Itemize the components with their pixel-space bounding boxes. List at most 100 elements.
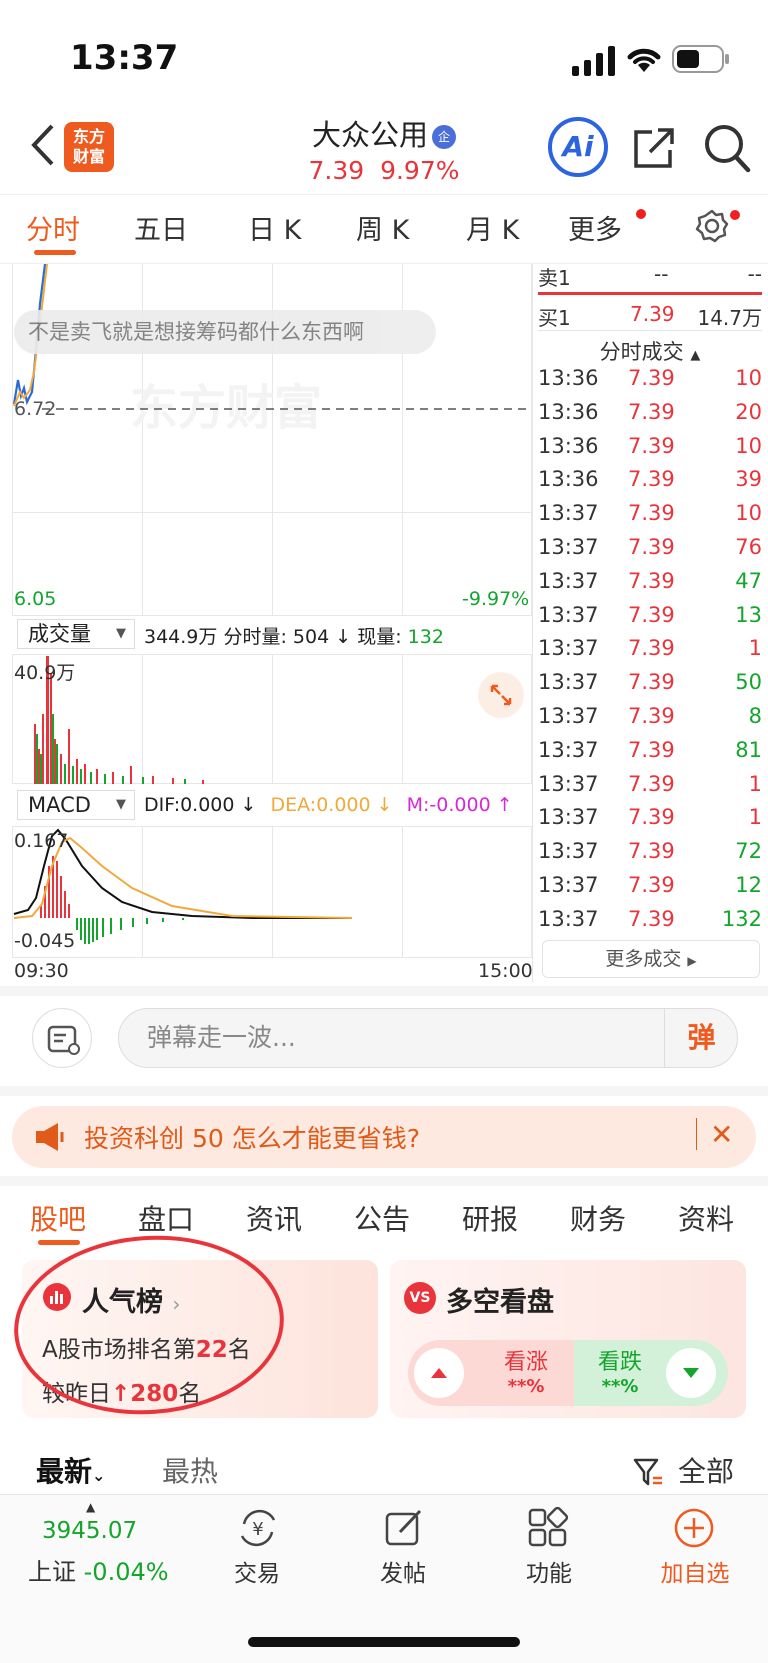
battery-icon — [672, 45, 729, 73]
macd-indicator-select[interactable]: MACD ▼ — [17, 790, 135, 820]
header-change-pct: 9.97% — [380, 156, 460, 185]
share-icon[interactable] — [632, 126, 676, 170]
stock-name: 大众公用 — [311, 118, 428, 152]
filter-all[interactable]: 全部 — [678, 1450, 734, 1490]
arrow-down-icon: ↓ — [376, 794, 393, 816]
bull-arrow-icon — [414, 1348, 464, 1398]
post-edit-icon[interactable] — [382, 1506, 426, 1550]
tab-research[interactable]: 研报 — [462, 1198, 518, 1238]
trade-price: 7.39 — [628, 839, 675, 864]
trades-header-label: 分时成交 — [599, 340, 684, 364]
features-grid-icon[interactable] — [526, 1506, 570, 1550]
tab-underline — [34, 250, 76, 255]
more-trades-button[interactable]: 更多成交 ▶ — [542, 940, 760, 978]
sell1-vol: -- — [747, 262, 762, 286]
sell1-price: -- — [654, 262, 669, 286]
trade-time: 13:37 — [538, 873, 599, 897]
expand-icon — [490, 684, 512, 706]
bear-arrow-icon — [666, 1348, 716, 1398]
tab-intraday[interactable]: 分时 — [26, 208, 80, 247]
index-value[interactable]: 3945.07 — [42, 1518, 137, 1544]
macd-select-label: MACD — [28, 793, 91, 817]
section-separator — [0, 1086, 768, 1096]
trade-price: 7.39 — [628, 568, 675, 593]
filter-icon[interactable] — [632, 1456, 664, 1488]
arrow-down-icon: ↓ — [335, 626, 352, 648]
time-end-label: 15:00 — [478, 960, 533, 982]
buy1-label: 买1 — [538, 306, 571, 330]
trade-price: 7.39 — [628, 467, 675, 492]
trade-price: 7.39 — [628, 704, 675, 728]
trade-time: 13:37 — [538, 636, 599, 661]
more-trades-label: 更多成交 — [605, 948, 682, 970]
tab-more[interactable]: 更多 — [568, 208, 622, 247]
section-separator — [0, 1176, 768, 1186]
arrow-up-icon: ↑ — [496, 794, 513, 816]
trade-row: 13:37 7.39 1 — [538, 772, 762, 806]
danmu-settings-button[interactable] — [32, 1008, 92, 1068]
megaphone-icon — [36, 1123, 64, 1151]
macd-min-label: -0.045 — [14, 930, 76, 952]
trade-tab[interactable]: 交易 — [212, 1554, 302, 1588]
tab-guba[interactable]: 股吧 — [30, 1198, 86, 1238]
dif-value: DIF:0.000 — [144, 794, 235, 816]
bull-value: **% — [507, 1376, 545, 1397]
features-tab[interactable]: 功能 — [504, 1554, 594, 1588]
macd-max-label: 0.167 — [14, 830, 69, 852]
bear-label-text: 看跌 — [597, 1350, 642, 1375]
trade-price: 7.39 — [628, 433, 675, 458]
volume-indicator-select[interactable]: 成交量 ▼ — [17, 619, 135, 649]
macd-info: DIF:0.000 ↓ DEA:0.000 ↓ M:-0.000 ↑ — [144, 794, 513, 816]
index-ticker[interactable]: 上证 -0.04% — [28, 1552, 169, 1587]
bull-label-text: 看涨 — [503, 1350, 548, 1375]
trade-volume: 10 — [735, 433, 762, 458]
volume-total: 344.9万 — [144, 626, 218, 648]
trade-volume: 10 — [735, 366, 762, 390]
tab-finance[interactable]: 财务 — [570, 1198, 626, 1238]
notification-dot — [636, 209, 646, 219]
add-watchlist-tab[interactable]: 加自选 — [650, 1554, 740, 1588]
danmu-toggle-button[interactable]: 弹 — [664, 1008, 738, 1068]
enterprise-badge-icon: 企 — [432, 125, 456, 149]
trade-time: 13:37 — [538, 839, 599, 864]
close-icon[interactable]: ✕ — [710, 1118, 733, 1151]
trade-icon[interactable]: ¥ — [236, 1506, 280, 1550]
tab-five-day[interactable]: 五日 — [134, 208, 188, 247]
promo-text[interactable]: 投资科创 50 怎么才能更省钱? — [84, 1119, 420, 1155]
tab-monthly-k[interactable]: 月 K — [466, 208, 519, 247]
expand-chart-button[interactable] — [478, 672, 524, 718]
sort-latest[interactable]: 最新⌄ — [36, 1450, 105, 1490]
index-name: 上证 — [28, 1558, 76, 1586]
trade-row: 13:36 7.39 10 — [538, 434, 762, 468]
volume-max-label: 40.9万 — [14, 662, 76, 684]
trade-row: 13:36 7.39 20 — [538, 400, 762, 434]
ai-assistant-button[interactable]: Ai — [548, 117, 608, 177]
tab-announcements[interactable]: 公告 — [354, 1198, 410, 1238]
settings-gear-icon[interactable] — [694, 208, 730, 244]
tab-daily-k[interactable]: 日 K — [248, 208, 301, 247]
danmu-input[interactable]: 弹幕走一波... — [118, 1008, 738, 1068]
trade-volume: 8 — [748, 704, 762, 728]
tab-news[interactable]: 资讯 — [246, 1198, 302, 1238]
trade-volume: 10 — [735, 501, 762, 526]
trade-volume: 76 — [735, 535, 762, 559]
add-circle-icon[interactable] — [672, 1506, 716, 1550]
trades-header[interactable]: 分时成交 ▲ — [538, 336, 762, 366]
trade-volume: 72 — [735, 839, 762, 864]
trade-row: 13:37 7.39 1 — [538, 636, 762, 670]
tab-weekly-k[interactable]: 周 K — [356, 208, 409, 247]
tab-pankou[interactable]: 盘口 — [138, 1198, 194, 1238]
trade-time: 13:37 — [538, 771, 599, 796]
trade-time: 13:37 — [538, 501, 599, 526]
sort-hottest[interactable]: 最热 — [162, 1450, 218, 1490]
bear-value: **% — [601, 1376, 639, 1397]
trade-volume: 1 — [748, 636, 762, 661]
svg-text:¥: ¥ — [252, 1519, 263, 1540]
tab-profile[interactable]: 资料 — [678, 1198, 734, 1238]
expand-up-icon: ▲ — [86, 1500, 96, 1514]
orderbook-divider — [538, 292, 762, 295]
post-tab[interactable]: 发帖 — [358, 1554, 448, 1588]
trade-volume: 1 — [748, 805, 762, 830]
search-icon[interactable] — [702, 122, 752, 174]
current-volume-label: 现量: — [357, 626, 402, 648]
